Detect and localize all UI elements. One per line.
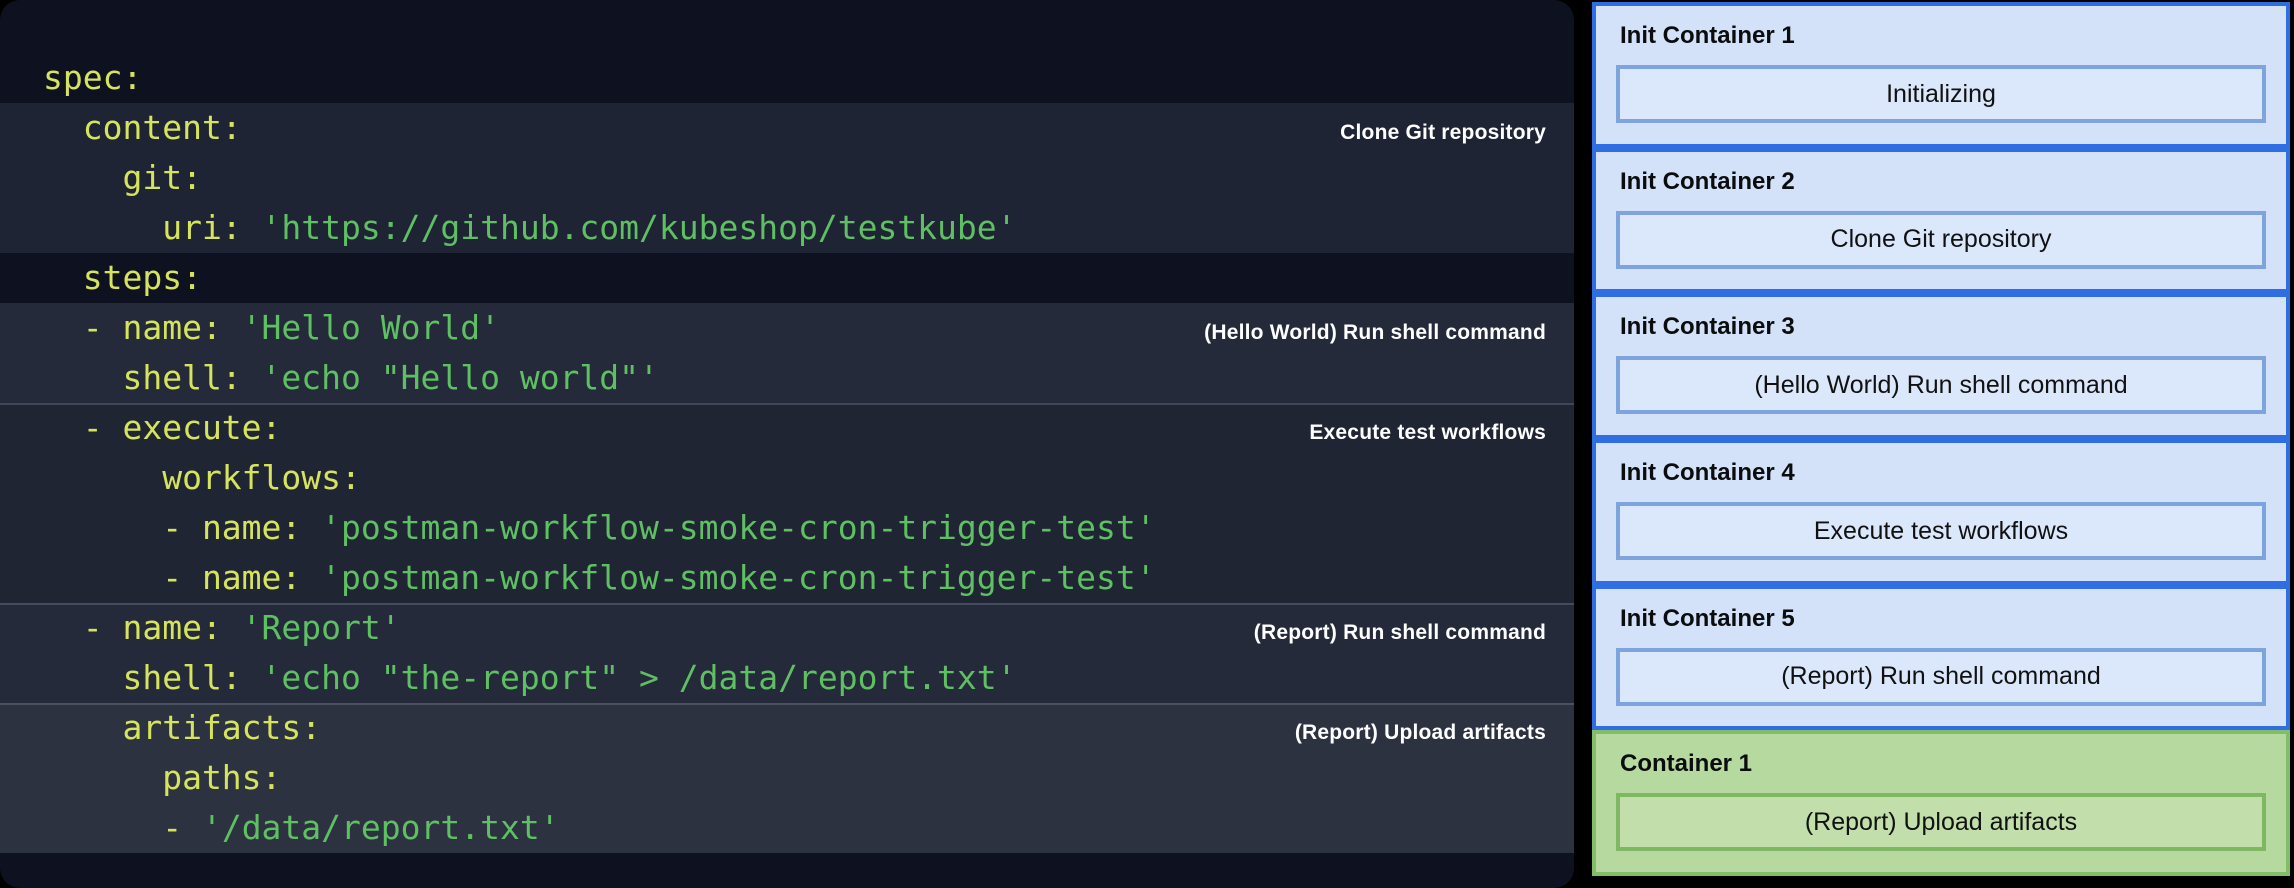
code-section-step-artifacts: (Report) Upload artifacts artifacts: pat… xyxy=(0,703,1574,853)
yaml-key-token: - xyxy=(43,808,202,847)
code-line: shell: 'echo "the-report" > /data/report… xyxy=(0,653,1574,703)
yaml-key-token: shell: xyxy=(43,358,262,397)
step-label: (Hello World) Run shell command xyxy=(1204,321,1546,345)
container-status-box: Clone Git repository xyxy=(1616,211,2266,269)
yaml-editor-panel: spec: Clone Git repository content: git: … xyxy=(0,0,1574,888)
yaml-key-token: - execute: xyxy=(43,408,281,447)
code-section-step-execute: Execute test workflows - execute: workfl… xyxy=(0,403,1574,603)
code-line: paths: xyxy=(0,753,1574,803)
container-title: Init Container 5 xyxy=(1616,605,2266,633)
yaml-key-token: shell: xyxy=(43,658,262,697)
container-title: Init Container 4 xyxy=(1616,459,2266,487)
code-section-steps: steps: xyxy=(0,253,1574,303)
yaml-key-token: steps: xyxy=(43,258,202,297)
step-label: Execute test workflows xyxy=(1309,421,1546,445)
container-status-box: Initializing xyxy=(1616,65,2266,123)
container-card-6: Container 1 (Report) Upload artifacts xyxy=(1592,730,2290,876)
code-line: - name: 'postman-workflow-smoke-cron-tri… xyxy=(0,503,1574,553)
container-title: Container 1 xyxy=(1616,750,2266,778)
container-card-5: Init Container 5 (Report) Run shell comma… xyxy=(1592,585,2290,731)
code-line: git: xyxy=(0,153,1574,203)
container-status-box: (Hello World) Run shell command xyxy=(1616,356,2266,414)
yaml-key-token: spec: xyxy=(43,58,142,97)
yaml-key-token: workflows: xyxy=(43,458,361,497)
yaml-string-token: 'echo "the-report" > /data/report.txt' xyxy=(262,658,1017,697)
yaml-key-token: artifacts: xyxy=(43,708,321,747)
yaml-string-token: 'echo "Hello world"' xyxy=(262,358,659,397)
container-card-2: Init Container 2 Clone Git repository xyxy=(1592,148,2290,294)
container-title: Init Container 3 xyxy=(1616,313,2266,341)
containers-panel: Init Container 1InitializingInit Contain… xyxy=(1592,2,2290,876)
step-label: (Report) Upload artifacts xyxy=(1295,721,1546,745)
container-status-box: Execute test workflows xyxy=(1616,502,2266,560)
code-line: steps: xyxy=(0,253,1574,303)
container-card-1: Init Container 1 Initializing xyxy=(1592,2,2290,148)
step-label: Clone Git repository xyxy=(1340,121,1546,145)
code-line: shell: 'echo "Hello world"' xyxy=(0,353,1574,403)
container-title: Init Container 1 xyxy=(1616,22,2266,50)
yaml-key-token: - name: xyxy=(43,308,242,347)
yaml-key-token: uri: xyxy=(43,208,262,247)
yaml-string-token: 'Report' xyxy=(242,608,401,647)
step-label: (Report) Run shell command xyxy=(1254,621,1546,645)
code-section-step-hello-world: (Hello World) Run shell command - name: … xyxy=(0,303,1574,403)
yaml-string-token: 'postman-workflow-smoke-cron-trigger-tes… xyxy=(321,508,1155,547)
code-line: - '/data/report.txt' xyxy=(0,803,1574,853)
container-card-4: Init Container 4 Execute test workflows xyxy=(1592,439,2290,585)
code-section-content: Clone Git repository content: git: uri: … xyxy=(0,103,1574,253)
container-status-box: (Report) Run shell command xyxy=(1616,648,2266,706)
yaml-key-token: - name: xyxy=(43,508,321,547)
yaml-key-token: content: xyxy=(43,108,242,147)
yaml-string-token: 'https://github.com/kubeshop/testkube' xyxy=(262,208,1017,247)
yaml-string-token: 'postman-workflow-smoke-cron-trigger-tes… xyxy=(321,558,1155,597)
yaml-key-token: paths: xyxy=(43,758,281,797)
yaml-string-token: 'Hello World' xyxy=(242,308,500,347)
code-line: workflows: xyxy=(0,453,1574,503)
yaml-string-token: '/data/report.txt' xyxy=(202,808,560,847)
code-line: spec: xyxy=(0,53,1574,103)
container-title: Init Container 2 xyxy=(1616,168,2266,196)
code-line: - name: 'postman-workflow-smoke-cron-tri… xyxy=(0,553,1574,603)
code-line: content: xyxy=(0,103,1574,153)
yaml-key-token: - name: xyxy=(43,558,321,597)
yaml-key-token: git: xyxy=(43,158,202,197)
yaml-key-token: - name: xyxy=(43,608,242,647)
code-section-spec: spec: xyxy=(0,53,1574,103)
code-line: uri: 'https://github.com/kubeshop/testku… xyxy=(0,203,1574,253)
container-status-box: (Report) Upload artifacts xyxy=(1616,793,2266,851)
code-section-step-report: (Report) Run shell command - name: 'Repo… xyxy=(0,603,1574,703)
container-card-3: Init Container 3 (Hello World) Run shell … xyxy=(1592,293,2290,439)
